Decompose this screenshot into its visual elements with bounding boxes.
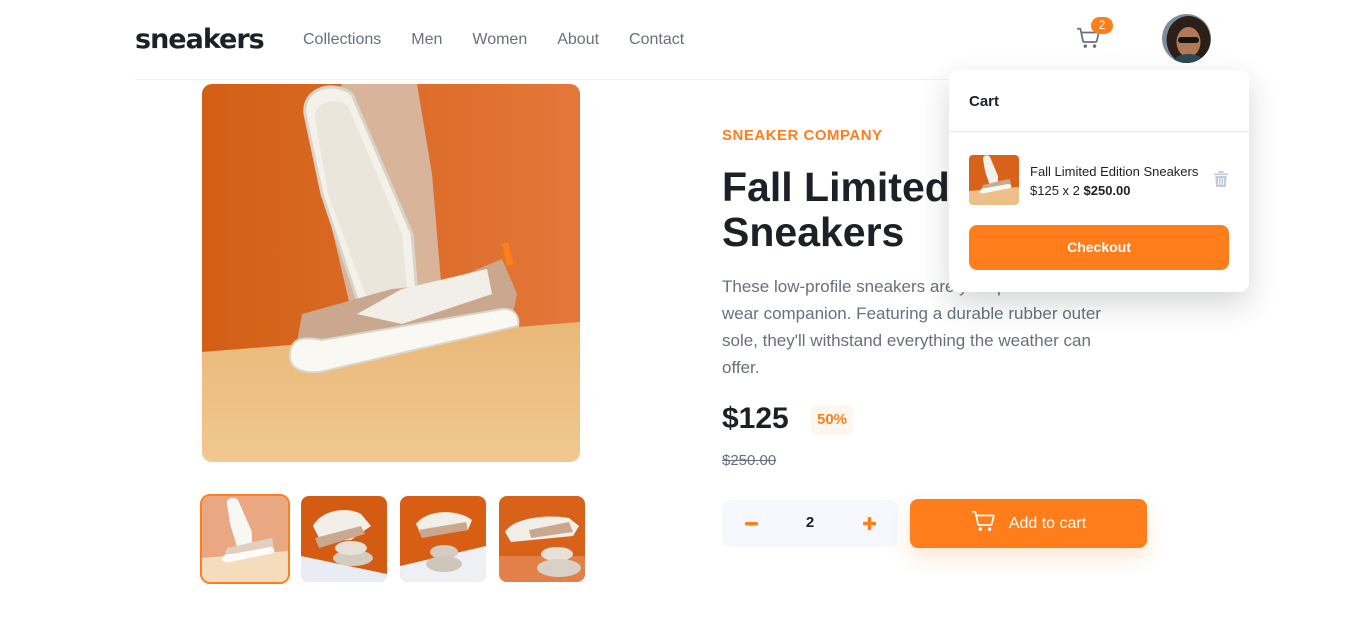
cart-count-badge: 2 [1091, 17, 1113, 34]
site-header: sneakers Collections Men Women About Con… [135, 0, 1215, 80]
nav-men[interactable]: Men [411, 31, 442, 49]
cart-item-unit-price: $125 x 2 [1030, 183, 1080, 198]
nav-women[interactable]: Women [472, 31, 527, 49]
company-label: SNEAKER COMPANY [722, 127, 883, 144]
cart-item-total: $250.00 [1083, 183, 1131, 198]
thumbnail-1[interactable] [200, 494, 290, 584]
cart-title: Cart [969, 93, 1000, 110]
cart-item-thumbnail [969, 155, 1019, 205]
cart-dropdown: Cart Fall Limited Edition Sneakers $125 … [949, 70, 1249, 292]
product-main-image[interactable] [202, 84, 580, 462]
thumbnail-4[interactable] [499, 496, 585, 582]
nav-about[interactable]: About [557, 31, 599, 49]
nav-collections[interactable]: Collections [303, 31, 381, 49]
cart-item-name: Fall Limited Edition Sneakers [1030, 164, 1199, 179]
avatar[interactable] [1160, 12, 1213, 65]
thumbnail-strip [200, 494, 585, 584]
nav-contact[interactable]: Contact [629, 31, 684, 49]
quantity-stepper: 2 [722, 500, 898, 547]
thumbnail-3[interactable] [400, 496, 486, 582]
main-nav: Collections Men Women About Contact [303, 31, 684, 49]
discount-badge: 50% [811, 405, 854, 435]
cart-item-price-line: $125 x 2 $250.00 [1030, 183, 1131, 198]
cart-divider [949, 131, 1249, 132]
thumbnail-2[interactable] [301, 496, 387, 582]
checkout-button[interactable]: Checkout [969, 225, 1229, 270]
add-to-cart-button[interactable]: Add to cart [910, 499, 1147, 548]
logo[interactable]: sneakers [135, 24, 265, 55]
plus-icon[interactable] [844, 500, 894, 547]
add-to-cart-label: Add to cart [1008, 514, 1087, 532]
trash-icon[interactable] [1214, 171, 1229, 189]
original-price: $250.00 [722, 452, 777, 469]
cart-icon [971, 510, 995, 537]
current-price: $125 [722, 402, 789, 435]
